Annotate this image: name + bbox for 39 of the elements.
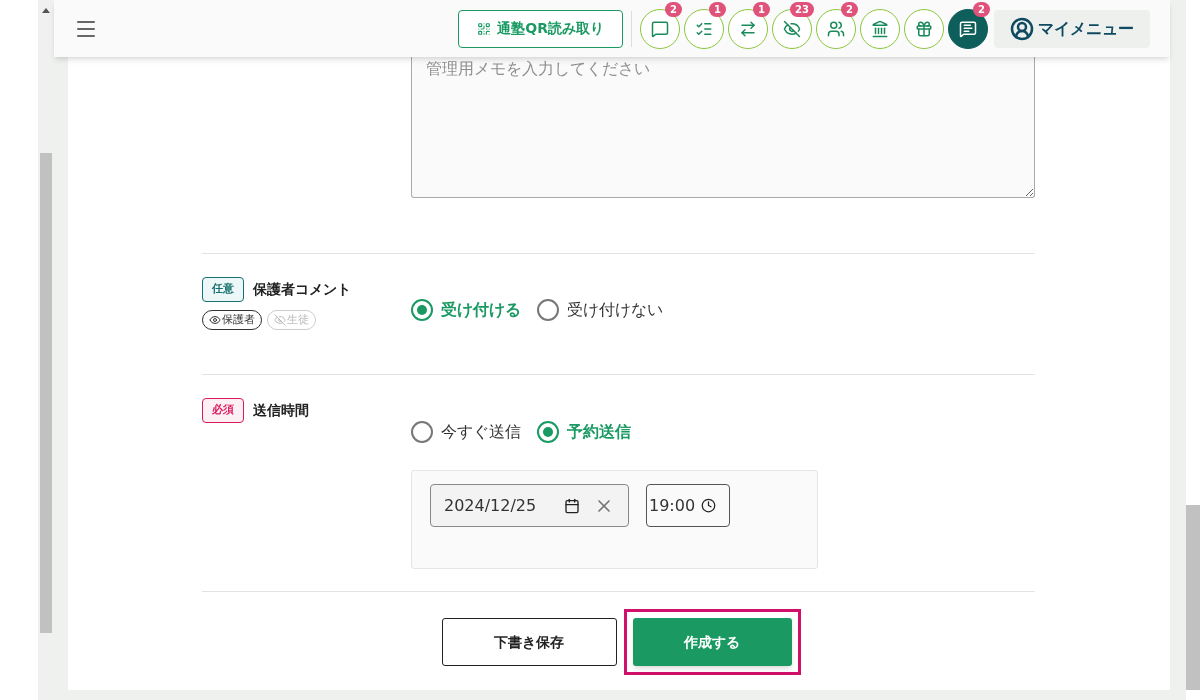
radio-option[interactable]: 受け付ける [411, 298, 521, 322]
user-icon [1010, 16, 1034, 41]
bank-icon [871, 19, 889, 38]
count-badge: 2 [665, 1, 682, 17]
chat-icon [959, 19, 977, 38]
calendar-icon[interactable] [564, 497, 580, 514]
count-badge: 2 [841, 1, 858, 17]
clock-icon[interactable] [701, 498, 717, 513]
scrollbar[interactable] [38, 0, 54, 700]
toolbar-icon-button[interactable] [860, 8, 900, 49]
field-tag: 任意 [202, 277, 244, 302]
scroll-up-icon[interactable] [42, 8, 50, 13]
crossed-eye-icon [783, 19, 801, 38]
memo-field[interactable]: 管理用メモを入力してください [411, 57, 1035, 198]
qr-scan-button[interactable]: 通塾QR読み取り [458, 9, 623, 48]
toolbar-icon-button[interactable] [904, 8, 944, 49]
time-field[interactable]: 19:00 [646, 484, 730, 527]
field-tag: 必須 [202, 398, 244, 423]
radio-option[interactable]: 受け付けない [537, 298, 663, 322]
count-badge: 2 [973, 1, 990, 17]
crossed-eye-icon [274, 313, 286, 326]
count-badge: 1 [753, 1, 770, 17]
count-badge: 23 [790, 1, 814, 17]
eye-icon [209, 313, 221, 326]
speech-bubble-icon [651, 19, 669, 38]
field-label: 保護者コメント [253, 279, 351, 299]
date-field[interactable]: 2024/12/25 [430, 484, 629, 527]
people-icon [827, 19, 845, 38]
qr-code-icon [477, 21, 492, 36]
scrollbar[interactable] [1186, 0, 1200, 700]
save-draft-button[interactable]: 下書き保存 [441, 618, 617, 666]
arrows-icon [739, 19, 757, 38]
count-badge: 1 [709, 1, 726, 17]
my-menu-button[interactable]: マイメニュー [994, 9, 1150, 48]
create-button[interactable]: 作成する [632, 618, 792, 666]
radio-option[interactable]: 今すぐ送信 [411, 420, 521, 444]
gift-icon [915, 19, 933, 38]
field-label: 送信時間 [253, 400, 309, 420]
radio-option[interactable]: 予約送信 [537, 420, 631, 444]
